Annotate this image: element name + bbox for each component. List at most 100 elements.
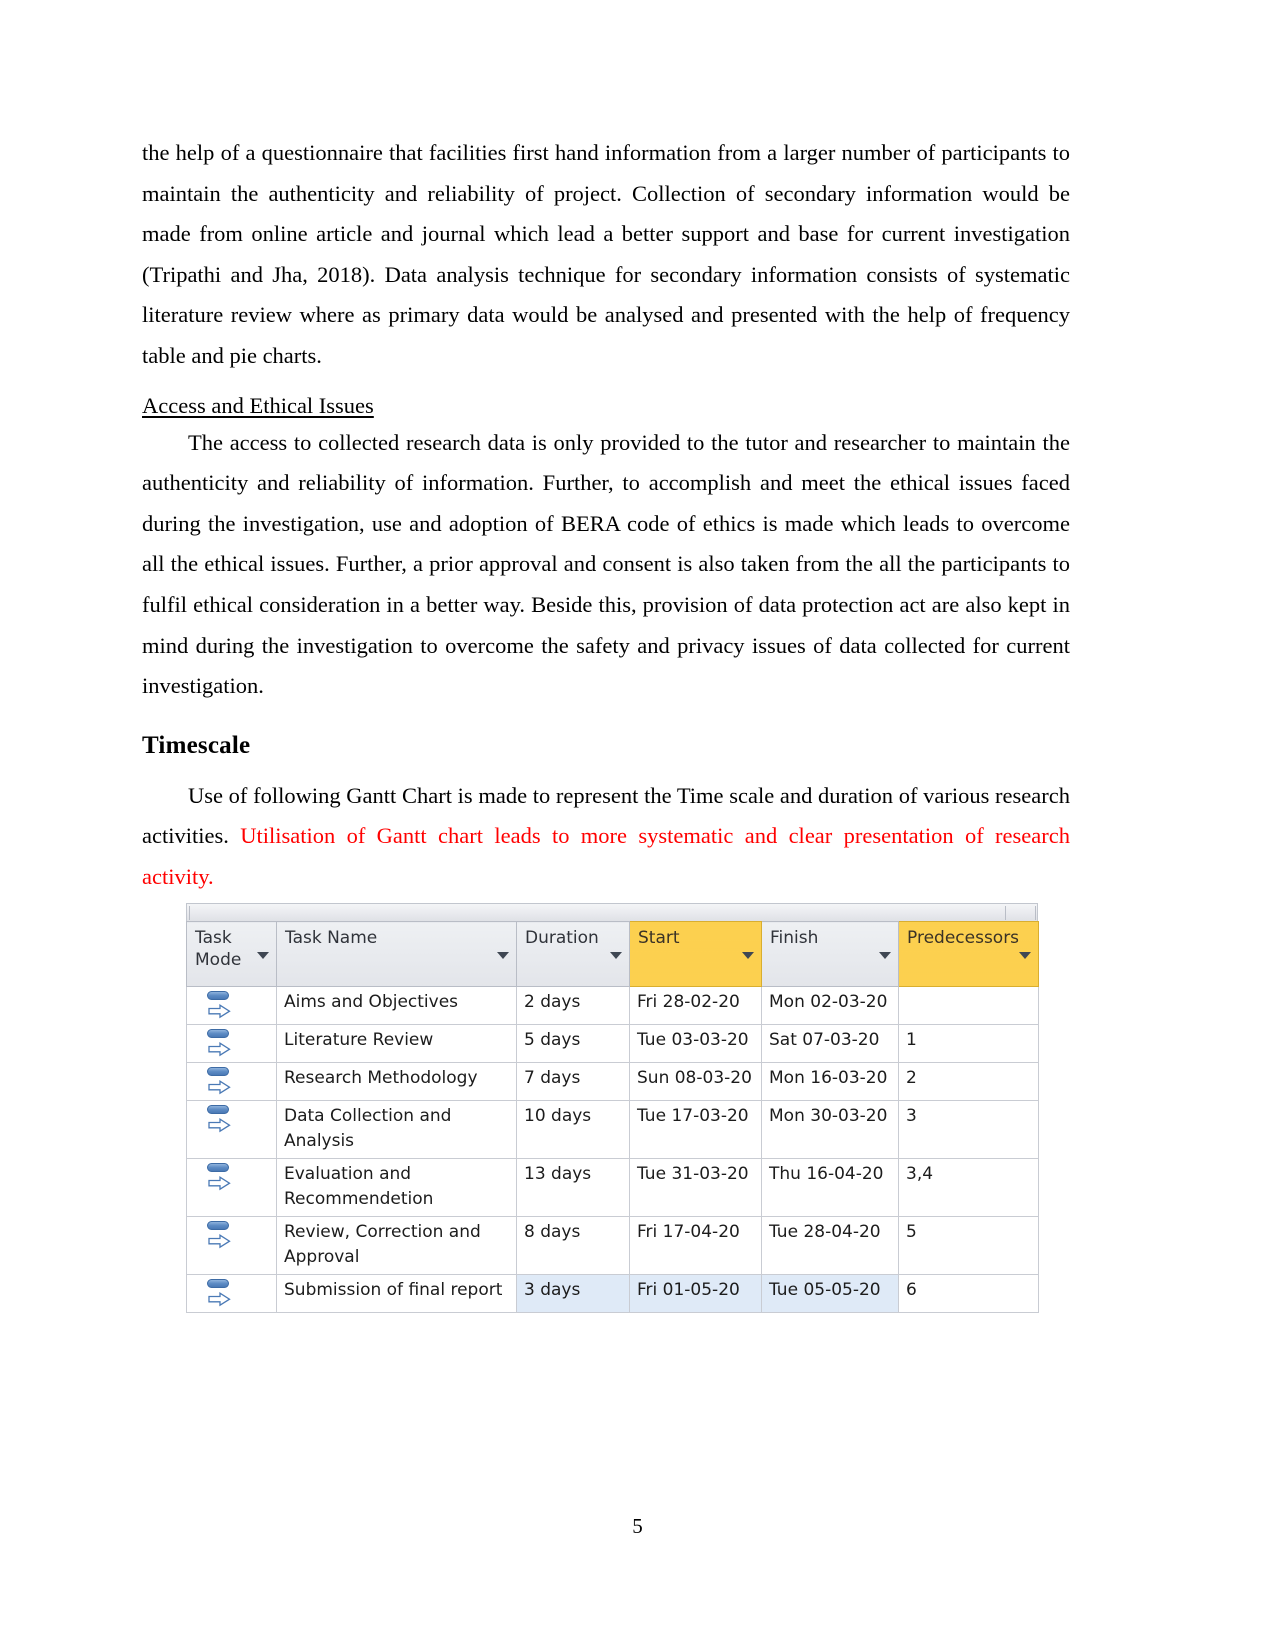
- cell-task-mode[interactable]: [186, 1024, 277, 1063]
- cell-finish[interactable]: Sat 07-03-20: [761, 1024, 899, 1063]
- cell-duration[interactable]: 8 days: [516, 1216, 630, 1275]
- table-row[interactable]: Research Methodology 7 days Sun 08-03-20 Mo…: [186, 1062, 1039, 1101]
- chevron-down-icon[interactable]: [257, 952, 269, 959]
- document-body: the help of a questionnaire that facilit…: [142, 133, 1070, 898]
- cell-finish[interactable]: Tue 28-04-20: [761, 1216, 899, 1275]
- cell-predecessors[interactable]: 6: [898, 1274, 1039, 1313]
- cell-duration-text: 8 days: [524, 1222, 581, 1242]
- cell-start[interactable]: Tue 31-03-20: [629, 1158, 762, 1217]
- column-header-predecessors[interactable]: Predecessors: [898, 921, 1039, 987]
- column-header-duration[interactable]: Duration: [516, 921, 630, 987]
- task-bar-icon: [207, 1221, 229, 1230]
- cell-task-mode[interactable]: [186, 1216, 277, 1275]
- cell-task-mode[interactable]: [186, 1062, 277, 1101]
- cell-predecessors-text: 3: [906, 1106, 917, 1126]
- column-header-task-mode[interactable]: Task Mode: [186, 921, 277, 987]
- cell-task-name[interactable]: Aims and Objectives: [276, 986, 517, 1025]
- cell-start[interactable]: Fri 28-02-20: [629, 986, 762, 1025]
- cell-task-mode[interactable]: [186, 1100, 277, 1159]
- cell-finish-text: Thu 16-04-20: [769, 1164, 884, 1184]
- cell-finish[interactable]: Thu 16-04-20: [761, 1158, 899, 1217]
- cell-duration-text: 5 days: [524, 1030, 581, 1050]
- cell-task-name-text: Review, Correction and Approval: [284, 1222, 481, 1267]
- cell-task-name[interactable]: Data Collection and Analysis: [276, 1100, 517, 1159]
- chevron-down-icon[interactable]: [1019, 952, 1031, 959]
- column-header-predecessors-label: Predecessors: [907, 928, 1020, 948]
- cell-task-name[interactable]: Submission of final report: [276, 1274, 517, 1313]
- cell-duration[interactable]: 5 days: [516, 1024, 630, 1063]
- cell-start-text: Tue 03-03-20: [637, 1030, 749, 1050]
- cell-finish-text: Mon 30-03-20: [769, 1106, 888, 1126]
- task-bar-icon: [207, 1029, 229, 1038]
- cell-predecessors[interactable]: 5: [898, 1216, 1039, 1275]
- cell-duration[interactable]: 7 days: [516, 1062, 630, 1101]
- cell-predecessors[interactable]: [898, 986, 1039, 1025]
- chevron-down-icon[interactable]: [879, 952, 891, 959]
- column-header-finish[interactable]: Finish: [761, 921, 899, 987]
- cell-duration[interactable]: 13 days: [516, 1158, 630, 1217]
- cell-finish[interactable]: Mon 16-03-20: [761, 1062, 899, 1101]
- task-bar-icon: [207, 1105, 229, 1114]
- cell-duration-text: 7 days: [524, 1068, 581, 1088]
- cell-start-text: Fri 28-02-20: [637, 992, 740, 1012]
- table-row[interactable]: Aims and Objectives 2 days Fri 28-02-20 Mon…: [186, 986, 1039, 1025]
- column-header-start[interactable]: Start: [629, 921, 762, 987]
- paragraph-methodology: the help of a questionnaire that facilit…: [142, 140, 1070, 368]
- paragraph-timescale-red-text: Utilisation of Gantt chart leads to more…: [142, 823, 1070, 889]
- cell-task-name[interactable]: Research Methodology: [276, 1062, 517, 1101]
- cell-duration[interactable]: 2 days: [516, 986, 630, 1025]
- cell-finish[interactable]: Mon 02-03-20: [761, 986, 899, 1025]
- table-row[interactable]: Evaluation and Recommendetion 13 days Tue …: [186, 1158, 1039, 1217]
- page-number: 5: [632, 1514, 643, 1538]
- splitter-tick-icon: [189, 906, 190, 920]
- cell-task-mode[interactable]: [186, 1274, 277, 1313]
- cell-predecessors-text: 5: [906, 1222, 917, 1242]
- chevron-down-icon[interactable]: [742, 952, 754, 959]
- table-row[interactable]: Data Collection and Analysis 10 days Tue 1…: [186, 1100, 1039, 1159]
- cell-task-mode[interactable]: [186, 986, 277, 1025]
- task-bar-icon: [207, 1067, 229, 1076]
- table-scroll-splitter-bar[interactable]: [186, 903, 1038, 921]
- cell-predecessors-text: 2: [906, 1068, 917, 1088]
- cell-finish[interactable]: Tue 05-05-20: [761, 1274, 899, 1313]
- cell-predecessors[interactable]: 3: [898, 1100, 1039, 1159]
- cell-task-name[interactable]: Review, Correction and Approval: [276, 1216, 517, 1275]
- table-row[interactable]: Literature Review 5 days Tue 03-03-20 Sat 0…: [186, 1024, 1039, 1063]
- manually-scheduled-task-icon: [206, 1162, 240, 1192]
- arrow-right-icon: [208, 1232, 232, 1257]
- cell-start[interactable]: Fri 01-05-20: [629, 1274, 762, 1313]
- cell-task-name[interactable]: Evaluation and Recommendetion: [276, 1158, 517, 1217]
- cell-duration-text: 3 days: [524, 1280, 581, 1300]
- cell-task-name[interactable]: Literature Review: [276, 1024, 517, 1063]
- splitter-tick-icon: [1035, 906, 1036, 920]
- cell-start[interactable]: Sun 08-03-20: [629, 1062, 762, 1101]
- table-header-row: Task Mode Task Name Duration Start Finis…: [186, 921, 1039, 987]
- cell-start[interactable]: Fri 17-04-20: [629, 1216, 762, 1275]
- cell-duration[interactable]: 3 days: [516, 1274, 630, 1313]
- cell-predecessors[interactable]: 2: [898, 1062, 1039, 1101]
- task-bar-icon: [207, 1163, 229, 1172]
- column-header-task-name[interactable]: Task Name: [276, 921, 517, 987]
- task-bar-icon: [207, 991, 229, 1000]
- chevron-down-icon[interactable]: [497, 952, 509, 959]
- heading-access-and-ethical-issues: Access and Ethical Issues: [142, 392, 374, 418]
- table-row[interactable]: Review, Correction and Approval 8 days Fri…: [186, 1216, 1039, 1275]
- chevron-down-icon[interactable]: [610, 952, 622, 959]
- cell-predecessors-text: 1: [906, 1030, 917, 1050]
- cell-predecessors-text: 6: [906, 1280, 917, 1300]
- cell-task-mode[interactable]: [186, 1158, 277, 1217]
- cell-predecessors[interactable]: 1: [898, 1024, 1039, 1063]
- cell-predecessors[interactable]: 3,4: [898, 1158, 1039, 1217]
- cell-finish[interactable]: Mon 30-03-20: [761, 1100, 899, 1159]
- cell-finish-text: Mon 02-03-20: [769, 992, 888, 1012]
- cell-start[interactable]: Tue 17-03-20: [629, 1100, 762, 1159]
- cell-start-text: Fri 01-05-20: [637, 1280, 740, 1300]
- table-row[interactable]: Submission of final report 3 days Fri 01-0…: [186, 1274, 1039, 1313]
- cell-task-name-text: Data Collection and Analysis: [284, 1106, 452, 1151]
- arrow-right-icon: [208, 1174, 232, 1199]
- cell-start[interactable]: Tue 03-03-20: [629, 1024, 762, 1063]
- cell-duration[interactable]: 10 days: [516, 1100, 630, 1159]
- cell-start-text: Fri 17-04-20: [637, 1222, 740, 1242]
- cell-finish-text: Tue 05-05-20: [769, 1280, 881, 1300]
